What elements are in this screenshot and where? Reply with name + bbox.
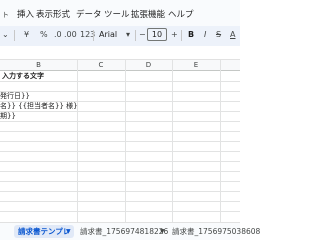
gridline xyxy=(0,211,240,212)
toolbar-separator xyxy=(14,30,15,41)
menu-insert[interactable]: 挿入 xyxy=(17,10,34,21)
gridline xyxy=(0,141,240,142)
sheet-tab[interactable]: 請求書_1756974818226 xyxy=(80,225,168,238)
font-size-input[interactable]: 10 xyxy=(147,28,167,41)
gridline xyxy=(0,201,240,202)
font-size-decrease-button[interactable]: − xyxy=(139,29,146,41)
sheet-tab[interactable]: 請求書_1756975038608 xyxy=(172,225,260,238)
bold-icon[interactable]: B xyxy=(188,29,194,41)
gridline xyxy=(0,151,240,152)
menu-data[interactable]: データ xyxy=(76,10,102,21)
column-header-c[interactable]: C xyxy=(77,60,125,71)
currency-format-icon[interactable]: ¥ xyxy=(24,29,29,41)
cell-b1[interactable]: 入力する文字 xyxy=(2,71,44,81)
decrease-decimal-button[interactable]: .0 xyxy=(54,29,62,41)
gridline xyxy=(0,171,240,172)
undo-icon[interactable]: ⌄ xyxy=(2,29,9,41)
column-header-b[interactable]: B xyxy=(0,60,77,71)
font-family-select[interactable]: Arial xyxy=(99,29,117,41)
formula-bar[interactable] xyxy=(0,46,240,60)
italic-icon[interactable]: I xyxy=(204,29,206,41)
menu-help[interactable]: ヘルプ xyxy=(168,10,194,21)
cell-b6[interactable]: 期}} xyxy=(0,111,16,121)
increase-decimal-button[interactable]: .00 xyxy=(64,29,77,41)
percent-format-button[interactable]: % xyxy=(40,29,48,41)
strikethrough-icon[interactable]: S xyxy=(216,29,221,41)
toolbar-separator xyxy=(93,30,94,41)
chevron-down-icon[interactable]: ▼ xyxy=(160,226,165,238)
column-header-d[interactable]: D xyxy=(125,60,172,71)
column-header-e[interactable]: E xyxy=(172,60,220,71)
gridline xyxy=(0,161,240,162)
toolbar-separator xyxy=(135,30,136,41)
menu-format[interactable]: 表示形式 xyxy=(36,10,70,21)
cell-b5[interactable]: 名}} {{担当者名}} 様} xyxy=(0,101,78,111)
gridline xyxy=(0,121,240,122)
gridline xyxy=(0,111,240,112)
menu-edge-fragment: ト xyxy=(2,11,9,19)
menu-tools[interactable]: ツール xyxy=(104,10,130,21)
text-color-icon[interactable]: A xyxy=(230,29,235,41)
menu-extensions[interactable]: 拡張機能 xyxy=(131,10,165,21)
gridline xyxy=(0,191,240,192)
gridline xyxy=(0,91,240,92)
gridline xyxy=(0,181,240,182)
gridline xyxy=(0,81,240,82)
chevron-down-icon[interactable]: ▼ xyxy=(66,226,71,238)
gridline xyxy=(0,131,240,132)
toolbar-separator xyxy=(181,30,182,41)
cell-b4[interactable]: 発行日}} xyxy=(0,91,30,101)
chevron-down-icon[interactable]: ▾ xyxy=(126,29,130,41)
font-size-increase-button[interactable]: + xyxy=(171,29,178,41)
